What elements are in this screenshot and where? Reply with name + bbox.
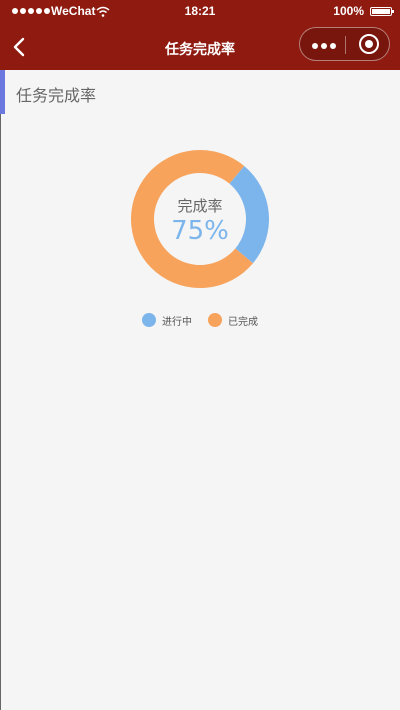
legend-marker-icon: [142, 313, 156, 327]
battery-percentage: 100%: [333, 4, 364, 18]
legend-label: 进行中: [162, 316, 192, 328]
chart-legend: 进行中 已完成: [0, 310, 400, 330]
section-accent-bar: [0, 70, 5, 114]
legend-label: 已完成: [228, 316, 258, 328]
legend-item-2[interactable]: 已完成: [208, 313, 258, 328]
legend-item-1[interactable]: 进行中: [142, 313, 192, 328]
close-program-icon[interactable]: [359, 34, 379, 54]
section-header: 任务完成率: [0, 70, 400, 114]
more-options-icon[interactable]: [312, 43, 336, 49]
mini-program-capsule: [299, 27, 390, 61]
donut-center-label: 完成率: [177, 197, 223, 215]
legend-marker-icon: [208, 313, 222, 327]
completion-donut-chart: 完成率 75%: [0, 140, 400, 300]
battery-icon: [370, 7, 394, 16]
capsule-divider: [345, 36, 346, 54]
section-title: 任务完成率: [16, 86, 97, 105]
navigation-bar: 任务完成率: [0, 23, 400, 70]
donut-center-value: 75%: [171, 216, 229, 246]
status-bar: WeChat 18:21 100%: [0, 0, 400, 23]
